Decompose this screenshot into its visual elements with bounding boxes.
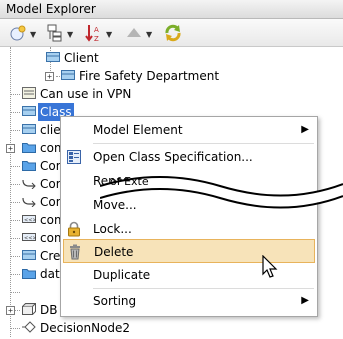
toolbar: ▼ ▼ A Z ▼ ▼ (0, 19, 343, 47)
svg-text:<<>>: <<>> (24, 218, 36, 224)
menu-item-lock[interactable]: Lock... (61, 217, 317, 241)
view-options-icon[interactable] (45, 23, 65, 43)
class-icon (22, 250, 36, 260)
node-icon (22, 303, 36, 315)
chevron-down-icon[interactable]: ▼ (106, 30, 112, 39)
connector-icon (22, 179, 36, 189)
class-icon (22, 124, 36, 134)
lock-icon (68, 221, 80, 237)
up-icon[interactable] (124, 23, 144, 43)
refresh-icon[interactable] (163, 23, 183, 43)
trash-icon (70, 244, 80, 260)
svg-text:A: A (94, 26, 99, 34)
model-explorer-window: Model Explorer ▼ ▼ A Z ▼ ▼ Client + Fire… (0, 0, 343, 339)
folder-icon (22, 161, 36, 171)
component-icon: <<>> (22, 233, 36, 242)
svg-text:<<>>: <<>> (24, 236, 36, 242)
expand-icon[interactable]: + (6, 144, 15, 153)
menu-separator (93, 143, 314, 144)
new-model-icon[interactable] (8, 23, 28, 43)
component-icon: <<>> (22, 215, 36, 224)
expand-icon[interactable]: + (45, 72, 54, 81)
chevron-down-icon[interactable]: ▼ (67, 30, 73, 39)
chevron-down-icon[interactable]: ▼ (30, 30, 36, 39)
partial-label-text: of Exte (110, 175, 149, 188)
folder-icon (22, 269, 36, 279)
svg-text:Z: Z (94, 35, 99, 43)
class-icon (46, 52, 60, 62)
menu-item-model-element[interactable]: Model Element ▶ (61, 118, 317, 142)
submenu-arrow-icon: ▶ (301, 295, 309, 306)
panel-title: Model Explorer (0, 0, 343, 19)
menu-item-sorting[interactable]: Sorting ▶ (61, 289, 317, 313)
submenu-arrow-icon: ▶ (301, 124, 309, 135)
requirement-icon (22, 87, 36, 99)
connector-icon (22, 197, 36, 207)
chevron-down-icon[interactable]: ▼ (146, 30, 152, 39)
mouse-cursor-icon (262, 255, 278, 278)
sort-icon[interactable]: A Z (84, 23, 104, 43)
decision-icon (22, 321, 36, 333)
expand-icon[interactable]: + (6, 306, 15, 315)
context-menu: Model Element ▶ Open Class Specification… (60, 116, 318, 317)
class-icon (22, 106, 36, 116)
class-icon (61, 70, 75, 80)
specification-icon (67, 150, 81, 164)
folder-icon (22, 143, 36, 153)
menu-item-open-class-specification[interactable]: Open Class Specification... (61, 145, 317, 169)
